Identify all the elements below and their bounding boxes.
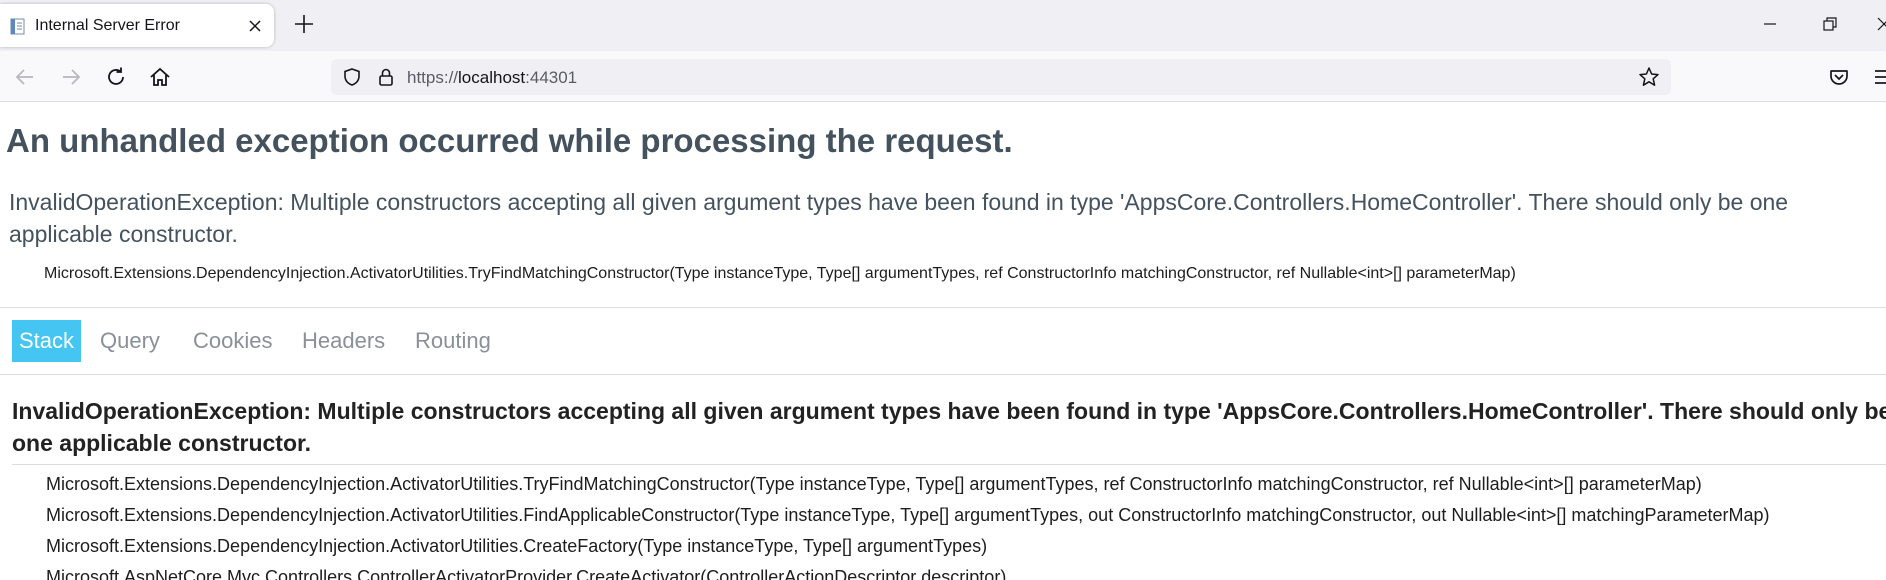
tab-title: Internal Server Error [35, 17, 180, 34]
error-message: InvalidOperationException: Multiple cons… [9, 189, 1789, 247]
close-icon[interactable] [244, 15, 266, 37]
browser-tab[interactable]: Internal Server Error [0, 4, 274, 47]
navigation-toolbar: https://localhost:44301 [0, 51, 1886, 102]
divider [12, 464, 1886, 465]
tab-routing[interactable]: Routing [408, 320, 498, 362]
tab-strip: Internal Server Error [0, 0, 1886, 51]
page-title: An unhandled exception occurred while pr… [6, 122, 1013, 159]
pocket-icon[interactable] [1827, 65, 1851, 89]
stack-frame[interactable]: Microsoft.AspNetCore.Mvc.Controllers.Con… [46, 562, 1770, 580]
url-text[interactable]: https://localhost:44301 [407, 68, 577, 88]
divider [0, 307, 1886, 308]
stack-frame[interactable]: Microsoft.Extensions.DependencyInjection… [46, 500, 1770, 531]
tab-stack[interactable]: Stack [12, 320, 82, 362]
lock-icon[interactable] [376, 67, 396, 87]
stack-exception-heading: InvalidOperationException: Multiple cons… [12, 398, 1886, 456]
back-arrow-icon[interactable] [13, 65, 37, 89]
shield-icon[interactable] [342, 67, 362, 87]
stack-frame[interactable]: Microsoft.Extensions.DependencyInjection… [46, 531, 1770, 562]
stack-frame[interactable]: Microsoft.Extensions.DependencyInjection… [46, 469, 1770, 500]
tab-headers[interactable]: Headers [295, 320, 392, 362]
divider [0, 374, 1886, 375]
document-icon [10, 18, 25, 35]
url-port: :44301 [525, 68, 578, 87]
star-icon[interactable] [1638, 66, 1660, 88]
tab-cookies[interactable]: Cookies [186, 320, 279, 362]
error-page: An unhandled exception occurred while pr… [0, 102, 1886, 580]
error-location: Microsoft.Extensions.DependencyInjection… [44, 265, 1516, 282]
plus-icon[interactable] [290, 10, 318, 38]
tab-query[interactable]: Query [93, 320, 167, 362]
url-host: localhost [458, 68, 526, 87]
hamburger-menu-icon[interactable] [1873, 65, 1886, 89]
url-bar[interactable]: https://localhost:44301 [331, 59, 1671, 95]
url-scheme: https:// [407, 68, 459, 87]
restore-icon[interactable] [1820, 14, 1840, 34]
reload-icon[interactable] [104, 65, 128, 89]
forward-arrow-icon[interactable] [59, 65, 83, 89]
stack-frames: Microsoft.Extensions.DependencyInjection… [46, 469, 1770, 580]
close-window-icon[interactable] [1874, 14, 1886, 34]
home-icon[interactable] [148, 65, 172, 89]
minimize-icon[interactable] [1760, 14, 1780, 34]
